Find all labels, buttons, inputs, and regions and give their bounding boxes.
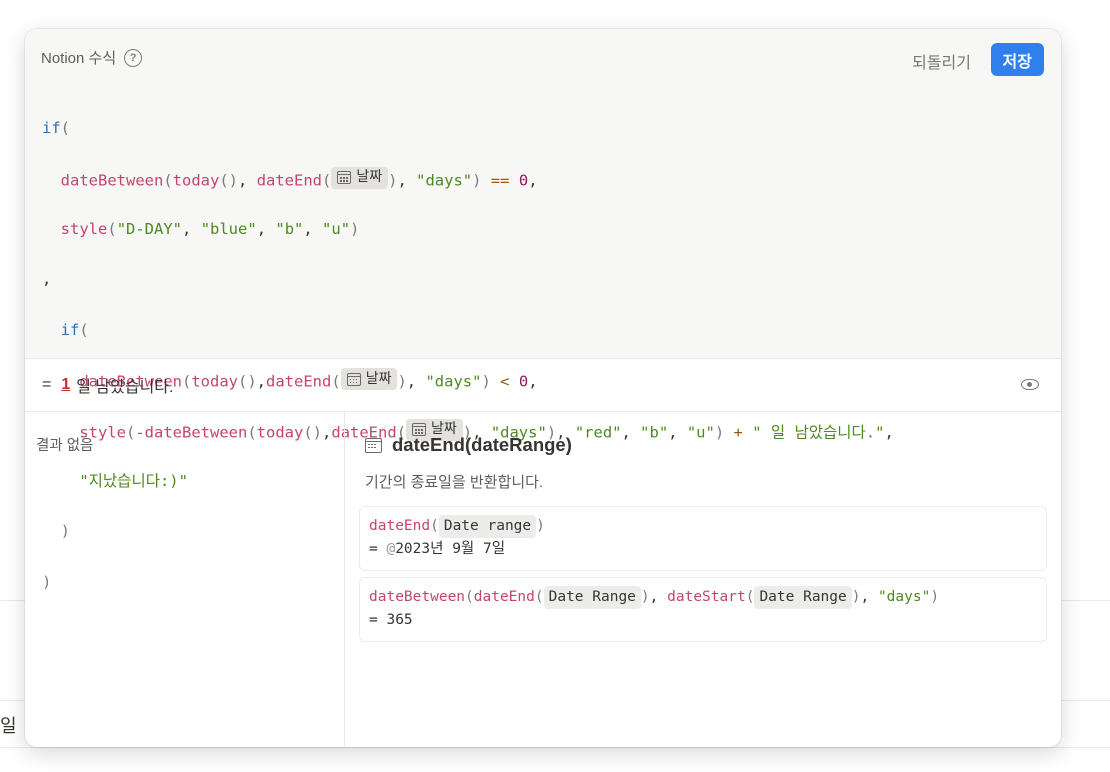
function-docs: dateEnd(dateRange) 기간의 종료일을 반환합니다. dateE… (345, 412, 1061, 747)
modal-title-text: Notion 수식 (41, 50, 117, 67)
save-button[interactable]: 저장 (990, 43, 1044, 76)
code-line: if( (60, 320, 89, 339)
calendar-icon (365, 437, 382, 453)
doc-title: dateEnd(dateRange) (365, 434, 572, 456)
result-value: 1 (61, 376, 71, 393)
doc-example: dateEnd(Date range) = @2023년 9월 7일 (359, 506, 1047, 571)
code-line: , (42, 270, 52, 289)
formula-modal: Notion 수식 ? 되돌리기 저장 if( dateBetween(toda… (25, 29, 1061, 747)
code-line: style("D-DAY", "blue", "b", "u") (60, 219, 360, 238)
formula-editor[interactable]: Notion 수식 ? 되돌리기 저장 if( dateBetween(toda… (25, 29, 1061, 591)
doc-example: dateBetween(dateEnd(Date Range), dateSta… (359, 577, 1047, 642)
doc-title-text: dateEnd(dateRange) (392, 434, 572, 455)
equals-sign: = (42, 376, 52, 393)
formula-result: = 1 일 남았습니다. (25, 359, 1061, 412)
suggestion-list: 결과 없음 (25, 412, 345, 747)
modal-title: Notion 수식 ? (41, 47, 143, 68)
background-divider (0, 747, 1110, 748)
code-line: dateBetween(today(), dateEnd(날짜), "days"… (42, 166, 894, 192)
calendar-icon (337, 171, 352, 185)
doc-description: 기간의 종료일을 반환합니다. (365, 474, 544, 491)
code-line: if( (42, 119, 71, 138)
property-chip[interactable]: 날짜 (331, 166, 389, 189)
background-text: 일 (0, 716, 17, 736)
eye-icon[interactable] (1021, 379, 1039, 390)
undo-button[interactable]: 되돌리기 (912, 49, 971, 73)
no-result-text: 결과 없음 (36, 438, 94, 454)
help-icon[interactable]: ? (124, 48, 143, 67)
result-text: 일 남았습니다. (76, 379, 174, 396)
